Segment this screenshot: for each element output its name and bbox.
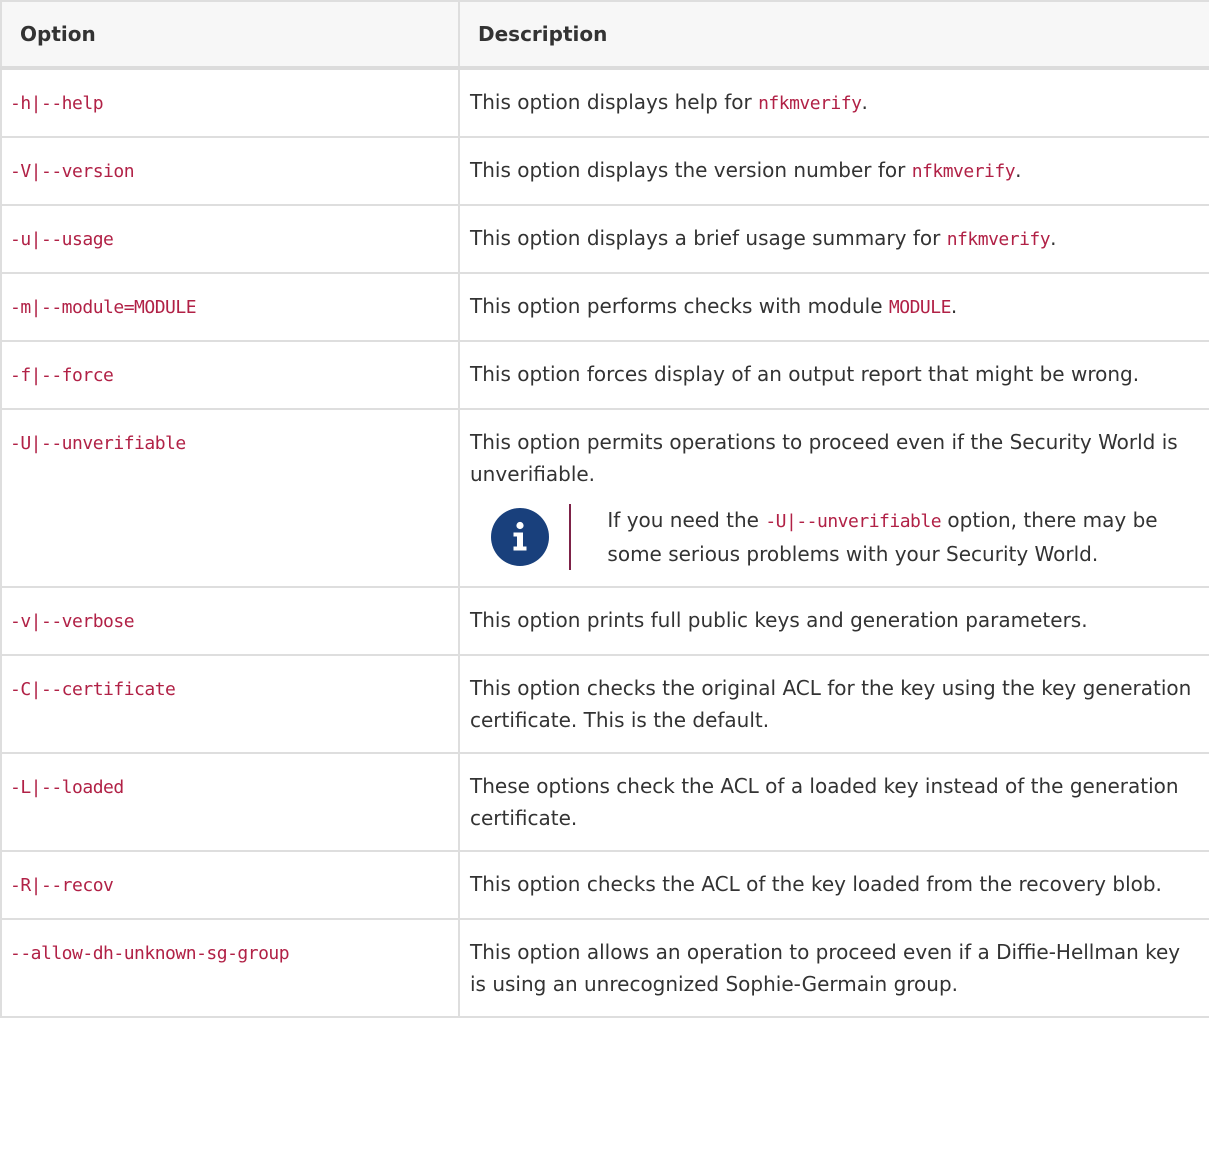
table-row: -v|--verbose This option prints full pub… [0, 586, 1209, 656]
description-text: This option performs checks with module [470, 294, 889, 318]
inline-code: nfkmverify [946, 229, 1051, 250]
option-cell: -v|--verbose [0, 586, 460, 656]
inline-code: nfkmverify [758, 93, 862, 114]
table-header-row: Option Description [0, 0, 1209, 70]
option-cell: -V|--version [0, 136, 460, 206]
description-text: These options check the ACL of a loaded … [470, 774, 1179, 830]
inline-code: -U|--unverifiable [765, 511, 942, 532]
table-row: -h|--help This option displays help for … [0, 67, 1209, 138]
table-row: --allow-dh-unknown-sg-group This option … [0, 918, 1209, 1018]
description-text: This option forces display of an output … [470, 362, 1140, 386]
table-row: -U|--unverifiable This option permits op… [0, 408, 1209, 588]
description-text: This option checks the ACL of the key lo… [470, 872, 1162, 896]
description-cell: This option forces display of an output … [458, 340, 1209, 410]
option-code: -U|--unverifiable [10, 433, 186, 454]
description-cell: This option performs checks with module … [458, 272, 1209, 342]
table-row: -V|--version This option displays the ve… [0, 136, 1209, 206]
description-cell: This option checks the ACL of the key lo… [458, 850, 1209, 920]
table-row: -f|--force This option forces display of… [0, 340, 1209, 410]
option-cell: -C|--certificate [0, 654, 460, 754]
table-row: -C|--certificate This option checks the … [0, 654, 1209, 754]
description-cell: This option prints full public keys and … [458, 586, 1209, 656]
option-code: -h|--help [10, 93, 104, 114]
description-text: This option permits operations to procee… [470, 430, 1178, 486]
option-code: -f|--force [10, 365, 114, 386]
option-code: -C|--certificate [10, 679, 176, 700]
option-code: -R|--recov [10, 875, 114, 896]
inline-code: nfkmverify [911, 161, 1016, 182]
description-cell: This option allows an operation to proce… [458, 918, 1209, 1018]
option-cell: -U|--unverifiable [0, 408, 460, 588]
option-cell: -m|--module=MODULE [0, 272, 460, 342]
description-text: . [861, 90, 868, 114]
info-icon [490, 508, 549, 566]
option-cell: -h|--help [0, 67, 460, 138]
header-description: Description [458, 0, 1209, 70]
inline-code: MODULE [888, 297, 952, 318]
description-text: This option allows an operation to proce… [470, 940, 1181, 996]
options-table: Option Description -h|--help This option… [0, 0, 1209, 1018]
note-text-pre: If you need the [607, 508, 766, 532]
table-row: -L|--loaded These options check the ACL … [0, 752, 1209, 852]
description-cell: This option checks the original ACL for … [458, 654, 1209, 754]
description-text: . [1050, 226, 1057, 250]
option-cell: --allow-dh-unknown-sg-group [0, 918, 460, 1018]
option-code: -L|--loaded [10, 777, 124, 798]
option-code: -v|--verbose [10, 611, 135, 632]
description-text: . [950, 294, 958, 318]
table-row: -u|--usage This option displays a brief … [0, 204, 1209, 274]
description-text: This option prints full public keys and … [470, 608, 1088, 632]
option-cell: -R|--recov [0, 850, 460, 920]
note-text: If you need the -U|--unverifiable option… [569, 504, 1199, 570]
option-cell: -f|--force [0, 340, 460, 410]
option-cell: -u|--usage [0, 204, 460, 274]
description-text: This option displays help for [470, 90, 759, 114]
info-note: If you need the -U|--unverifiable option… [470, 504, 1199, 570]
description-cell: This option permits operations to procee… [458, 408, 1209, 588]
description-cell: These options check the ACL of a loaded … [458, 752, 1209, 852]
header-option: Option [0, 0, 460, 70]
description-text: . [1015, 158, 1022, 182]
description-cell: This option displays help for nfkmverify… [458, 67, 1209, 138]
table-row: -R|--recov This option checks the ACL of… [0, 850, 1209, 920]
description-cell: This option displays a brief usage summa… [458, 204, 1209, 274]
option-code: --allow-dh-unknown-sg-group [10, 943, 290, 964]
description-text: This option checks the original ACL for … [470, 676, 1192, 732]
option-code: -u|--usage [10, 229, 114, 250]
option-code: -m|--module=MODULE [10, 297, 197, 318]
option-cell: -L|--loaded [0, 752, 460, 852]
table-row: -m|--module=MODULE This option performs … [0, 272, 1209, 342]
description-text: This option displays a brief usage summa… [470, 226, 947, 250]
option-code: -V|--version [10, 161, 135, 182]
description-cell: This option displays the version number … [458, 136, 1209, 206]
description-text: This option displays the version number … [470, 158, 912, 182]
